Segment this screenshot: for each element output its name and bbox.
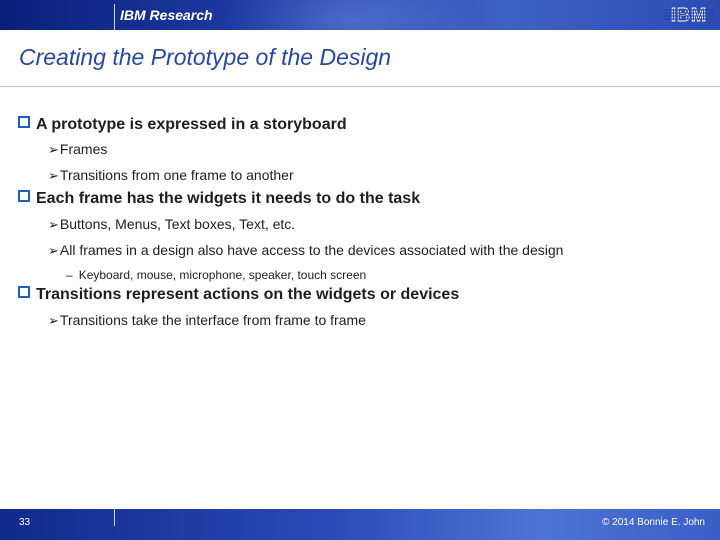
- ibm-logo-icon: IBM: [664, 5, 714, 25]
- bullet-2: Each frame has the widgets it needs to d…: [18, 190, 420, 208]
- hollow-square-icon: [18, 190, 30, 202]
- copyright: © 2014 Bonnie E. John: [602, 517, 705, 528]
- sub-bullet-text: Frames: [59, 141, 108, 157]
- hollow-square-icon: [18, 286, 30, 298]
- arrow-bullet-icon: ➢: [48, 313, 59, 328]
- sub-bullet-text: All frames in a design also have access …: [59, 242, 564, 258]
- bullet-3-text: Transitions represent actions on the wid…: [36, 286, 460, 303]
- sub-bullet-text: Transitions take the interface from fram…: [59, 312, 366, 328]
- bullet-1: A prototype is expressed in a storyboard: [18, 116, 347, 134]
- sub-sub-bullet-text: Keyboard, mouse, microphone, speaker, to…: [78, 268, 367, 282]
- title-rule: [0, 86, 720, 87]
- sub-bullet-3-1: ➢Transitions take the interface from fra…: [48, 312, 366, 329]
- footer-divider: [114, 509, 115, 526]
- svg-text:IBM: IBM: [671, 5, 707, 25]
- footer-bar: 33 © 2014 Bonnie E. John: [0, 509, 720, 540]
- header-bar: IBM Research IBM: [0, 0, 720, 30]
- bullet-2-text: Each frame has the widgets it needs to d…: [36, 190, 421, 207]
- org-label: IBM Research: [120, 7, 213, 23]
- arrow-bullet-icon: ➢: [48, 168, 59, 183]
- sub-bullet-text: Buttons, Menus, Text boxes, Text, etc.: [59, 216, 296, 232]
- sub-sub-bullet-2-2-1: – Keyboard, mouse, microphone, speaker, t…: [66, 268, 366, 282]
- sub-bullet-2-1: ➢Buttons, Menus, Text boxes, Text, etc.: [48, 216, 295, 233]
- dash-bullet-icon: –: [66, 268, 73, 282]
- page-number: 33: [19, 517, 31, 528]
- hollow-square-icon: [18, 116, 30, 128]
- bullet-1-text: A prototype is expressed in a storyboard: [36, 116, 347, 133]
- bullet-3: Transitions represent actions on the wid…: [18, 286, 459, 304]
- sub-bullet-text: Transitions from one frame to another: [59, 167, 294, 183]
- sub-bullet-1-1: ➢Frames: [48, 141, 107, 158]
- slide-title: Creating the Prototype of the Design: [19, 44, 392, 70]
- arrow-bullet-icon: ➢: [48, 217, 59, 232]
- sub-bullet-2-2: ➢All frames in a design also have access…: [48, 242, 563, 259]
- sub-bullet-1-2: ➢Transitions from one frame to another: [48, 167, 294, 184]
- arrow-bullet-icon: ➢: [48, 243, 59, 258]
- arrow-bullet-icon: ➢: [48, 142, 59, 157]
- header-divider: [114, 4, 115, 30]
